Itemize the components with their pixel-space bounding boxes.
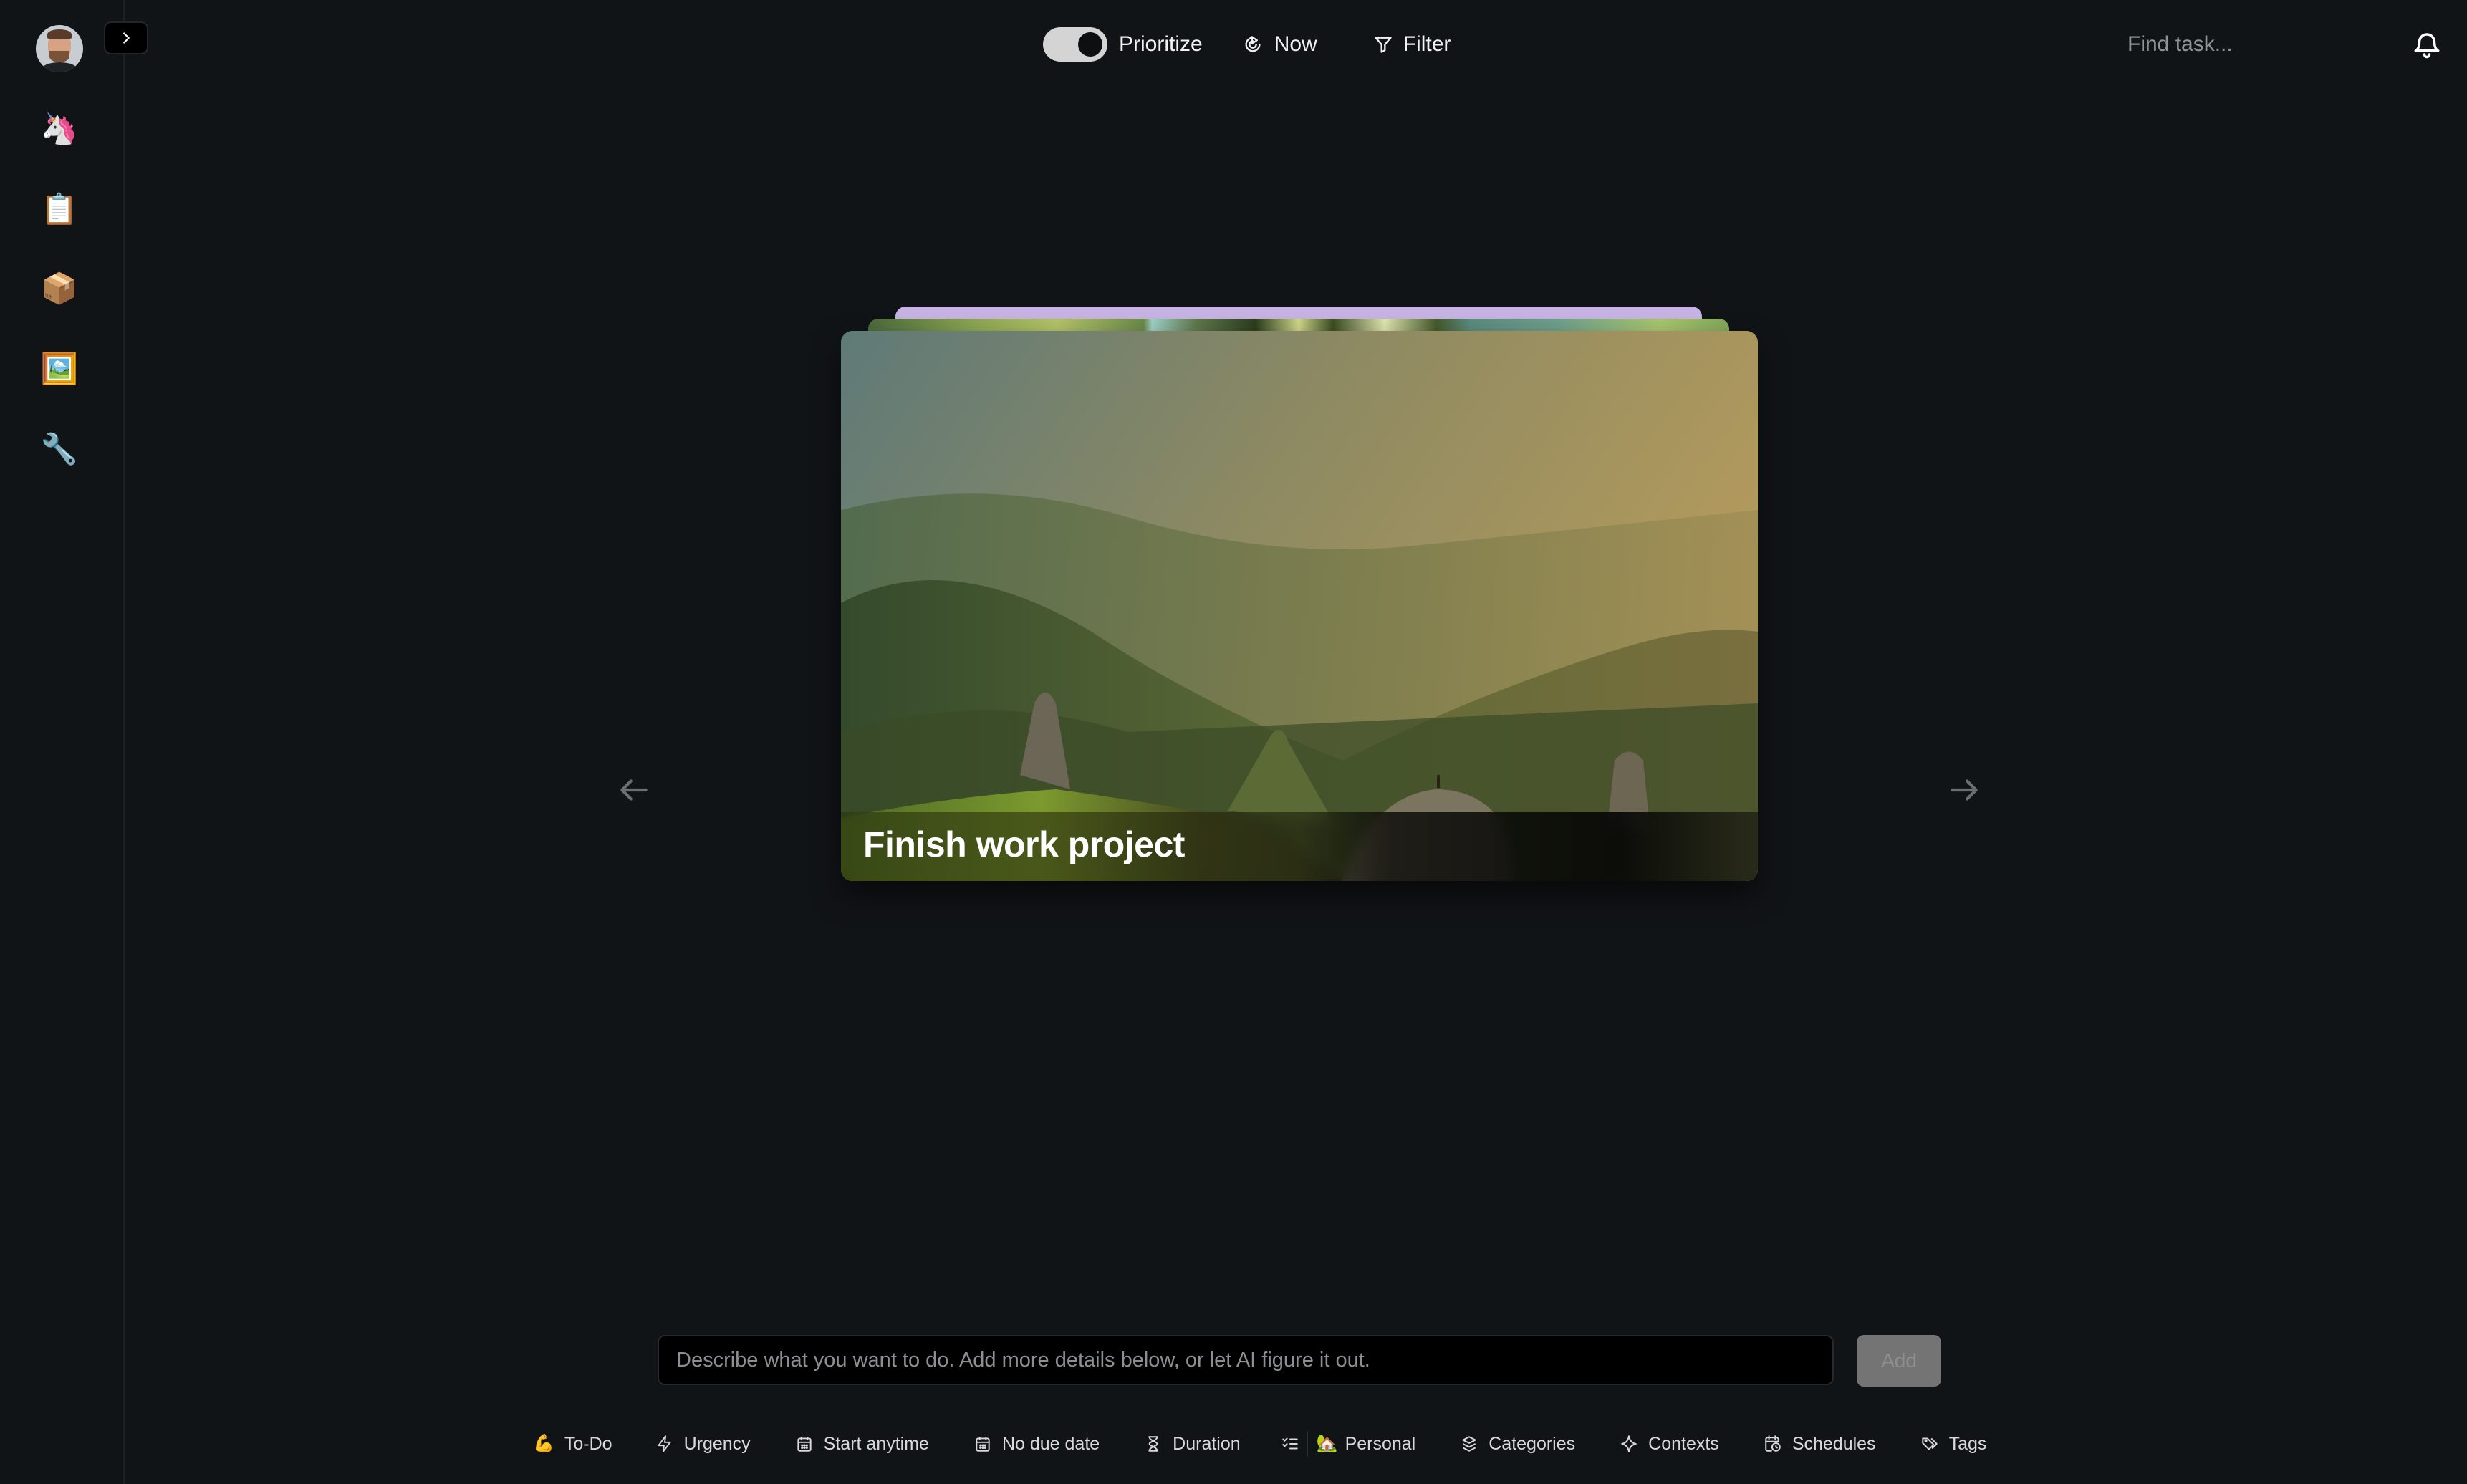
todo-label: To-Do	[564, 1433, 612, 1454]
add-task-button[interactable]: Add	[1857, 1335, 1941, 1387]
urgency-button[interactable]: Urgency	[655, 1434, 751, 1455]
schedules-button[interactable]: Schedules	[1764, 1434, 1876, 1455]
expand-sidebar-button[interactable]	[104, 21, 148, 54]
toolbar-divider	[1306, 1431, 1308, 1457]
now-label: Now	[1274, 32, 1317, 56]
layers-icon	[1462, 1436, 1476, 1452]
personal-label: Personal	[1345, 1433, 1416, 1454]
contexts-label: Contexts	[1648, 1433, 1719, 1454]
flexed-biceps-icon: 💪	[533, 1434, 554, 1453]
now-button[interactable]: Now	[1243, 32, 1317, 57]
task-composer	[658, 1335, 1834, 1385]
due-date-button[interactable]: No due date	[973, 1434, 1100, 1455]
sidebar: 🦄 📋 📦 🖼️ 🔧	[0, 0, 125, 1484]
unicorn-icon: 🦄	[40, 112, 79, 145]
tags-label: Tags	[1948, 1433, 1987, 1454]
avatar-hair	[47, 29, 72, 39]
schedules-label: Schedules	[1792, 1433, 1876, 1454]
urgency-label: Urgency	[683, 1433, 751, 1454]
topbar-controls: Prioritize Now Filter	[1043, 26, 1451, 63]
house-with-garden-icon: 🏡	[1316, 1434, 1338, 1453]
start-date-label: Start anytime	[823, 1433, 929, 1454]
avatar-shirt	[42, 62, 77, 72]
wrench-icon: 🔧	[40, 432, 79, 466]
package-icon: 📦	[40, 271, 79, 305]
calendar-clock-icon	[1765, 1435, 1781, 1452]
categories-label: Categories	[1489, 1433, 1576, 1454]
sidebar-item-picture[interactable]: 🖼️	[40, 351, 79, 387]
framed-picture-icon: 🖼️	[40, 352, 79, 385]
task-card[interactable]: Finish work project	[841, 331, 1758, 881]
next-arrow-icon[interactable]	[1945, 772, 1983, 808]
personal-category-button[interactable]: 🏡 Personal	[1317, 1434, 1416, 1455]
avatar-beard	[49, 51, 69, 62]
hourglass-icon	[1148, 1436, 1158, 1452]
calendar-icon	[797, 1437, 812, 1452]
tags-icon	[1921, 1437, 1938, 1450]
prioritize-toggle[interactable]	[1043, 27, 1107, 62]
tags-button[interactable]: Tags	[1920, 1433, 1987, 1455]
task-attributes-toolbar: 💪 To-Do Urgency Start anytime No due dat…	[533, 1428, 1986, 1460]
checklist-button[interactable]	[1281, 1435, 1299, 1453]
checklist-icon	[1281, 1437, 1298, 1450]
sparkle-icon	[1621, 1435, 1637, 1452]
filter-icon	[1375, 37, 1392, 53]
target-play-icon	[1245, 36, 1261, 52]
todo-button[interactable]: 💪 To-Do	[533, 1434, 612, 1455]
toggle-knob	[1076, 30, 1105, 59]
filter-button[interactable]: Filter	[1373, 32, 1451, 57]
chevron-right-icon	[123, 32, 130, 44]
sidebar-item-clipboard[interactable]: 📋	[40, 191, 79, 227]
task-title: Finish work project	[863, 824, 1185, 864]
duration-button[interactable]: Duration	[1144, 1434, 1241, 1455]
card-cover-image	[841, 331, 1758, 881]
sidebar-item-package[interactable]: 📦	[40, 271, 79, 307]
lightning-icon	[657, 1435, 671, 1452]
sidebar-item-wrench[interactable]: 🔧	[40, 431, 79, 467]
prioritize-toggle-group[interactable]: Prioritize	[1043, 27, 1203, 62]
user-avatar[interactable]	[36, 25, 83, 72]
notifications-bell-icon[interactable]	[2412, 29, 2442, 60]
sidebar-item-unicorn[interactable]: 🦄	[40, 111, 79, 147]
filter-label: Filter	[1403, 32, 1451, 56]
start-date-button[interactable]: Start anytime	[795, 1434, 929, 1455]
task-description-input[interactable]	[676, 1348, 1815, 1372]
calendar-icon	[976, 1437, 990, 1452]
categories-button[interactable]: Categories	[1460, 1434, 1575, 1455]
previous-arrow-icon[interactable]	[615, 772, 653, 808]
duration-label: Duration	[1173, 1433, 1241, 1454]
contexts-button[interactable]: Contexts	[1620, 1434, 1719, 1455]
clipboard-icon: 📋	[40, 192, 79, 226]
prioritize-label: Prioritize	[1119, 32, 1203, 56]
find-task-input[interactable]	[2127, 27, 2357, 62]
due-date-label: No due date	[1001, 1433, 1100, 1454]
